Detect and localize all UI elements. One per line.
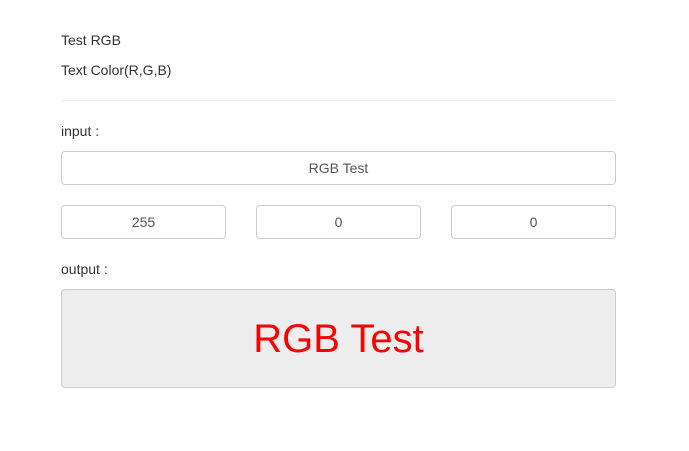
page-title: Test RGB: [61, 32, 121, 48]
input-label: input :: [61, 123, 100, 139]
header-divider: [61, 100, 616, 101]
red-value-input[interactable]: [61, 205, 226, 239]
rgb-test-page: Test RGB Text Color(R,G,B) input : outpu…: [0, 0, 689, 451]
green-value-input[interactable]: [256, 205, 421, 239]
output-label: output :: [61, 261, 108, 277]
text-input[interactable]: [61, 151, 616, 185]
output-preview-text: RGB Test: [253, 316, 424, 361]
output-preview-box: RGB Test: [61, 289, 616, 388]
blue-value-input[interactable]: [451, 205, 616, 239]
page-subtitle: Text Color(R,G,B): [61, 62, 172, 78]
